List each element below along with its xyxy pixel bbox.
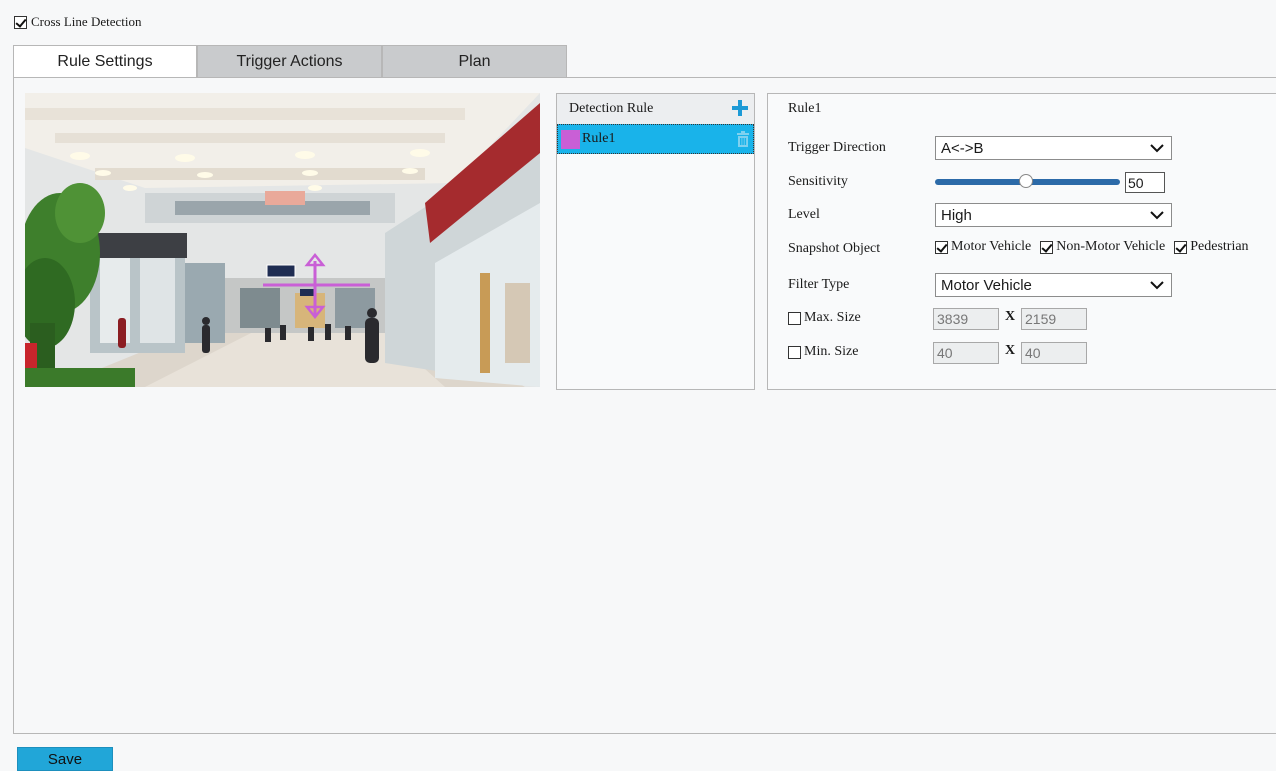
snapshot-object-options: Motor Vehicle Non-Motor Vehicle Pedestri…	[935, 239, 1249, 255]
snapshot-object-label: Snapshot Object	[788, 241, 881, 256]
sensitivity-label: Sensitivity	[788, 174, 848, 189]
filter-type-label: Filter Type	[788, 277, 850, 292]
rule-item-label: Rule1	[582, 131, 616, 146]
sensitivity-input[interactable]: 50	[1125, 172, 1165, 193]
max-width-input[interactable]: 3839	[933, 308, 999, 330]
max-size-label: Max. Size	[804, 310, 861, 325]
max-size-checkbox[interactable]	[788, 311, 801, 325]
tab-trigger-actions[interactable]: Trigger Actions	[197, 45, 382, 78]
chevron-down-icon	[1150, 281, 1164, 290]
rule-list-title: Detection Rule	[569, 101, 654, 116]
max-height-input[interactable]: 2159	[1021, 308, 1087, 330]
rule-title: Rule1	[788, 101, 822, 116]
trigger-direction-select[interactable]: A<->B	[935, 136, 1172, 160]
rule-properties-panel: Rule1 Trigger Direction A<->B Sensitivit…	[767, 93, 1276, 390]
non-motor-vehicle-checkbox[interactable]	[1040, 240, 1054, 254]
sensitivity-slider-handle[interactable]	[1019, 174, 1033, 188]
trigger-direction-label: Trigger Direction	[788, 140, 886, 155]
save-button[interactable]: Save	[17, 747, 113, 771]
trigger-direction-value: A<->B	[941, 139, 984, 157]
min-size-toggle[interactable]: Min. Size	[788, 344, 858, 360]
enable-checkbox[interactable]	[14, 15, 27, 29]
chevron-down-icon	[1150, 144, 1164, 153]
non-motor-vehicle-label: Non-Motor Vehicle	[1056, 239, 1166, 254]
trash-icon[interactable]	[736, 131, 750, 147]
chevron-down-icon	[1150, 211, 1164, 220]
tab-rule-settings[interactable]: Rule Settings	[13, 45, 197, 78]
cross-line-detection-toggle[interactable]: Cross Line Detection	[14, 14, 141, 30]
min-width-input[interactable]: 40	[933, 342, 999, 364]
min-size-separator: X	[1005, 343, 1016, 358]
enable-label: Cross Line Detection	[31, 14, 142, 29]
rule-list-item[interactable]: Rule1	[557, 124, 754, 154]
min-size-checkbox[interactable]	[788, 345, 801, 359]
min-size-label: Min. Size	[804, 344, 859, 359]
max-size-separator: X	[1005, 309, 1016, 324]
filter-type-value: Motor Vehicle	[941, 276, 1032, 294]
min-height-input[interactable]: 40	[1021, 342, 1087, 364]
rule-color-swatch	[561, 129, 580, 149]
sensitivity-slider[interactable]	[935, 174, 1120, 188]
pedestrian-checkbox[interactable]	[1174, 240, 1188, 254]
camera-scene-image	[25, 93, 540, 387]
rule-list-header: Detection Rule	[557, 94, 754, 124]
detection-rule-list: Detection Rule Rule1	[556, 93, 755, 390]
level-value: High	[941, 206, 972, 224]
filter-type-select[interactable]: Motor Vehicle	[935, 273, 1172, 297]
camera-preview[interactable]	[25, 93, 540, 387]
max-size-toggle[interactable]: Max. Size	[788, 310, 861, 326]
level-select[interactable]: High	[935, 203, 1172, 227]
level-label: Level	[788, 207, 820, 222]
motor-vehicle-checkbox[interactable]	[935, 240, 948, 254]
pedestrian-label: Pedestrian	[1190, 239, 1249, 254]
tab-bar: Rule Settings Trigger Actions Plan	[13, 45, 567, 78]
tab-plan[interactable]: Plan	[382, 45, 567, 78]
plus-icon[interactable]	[730, 98, 750, 118]
motor-vehicle-label: Motor Vehicle	[951, 239, 1032, 254]
